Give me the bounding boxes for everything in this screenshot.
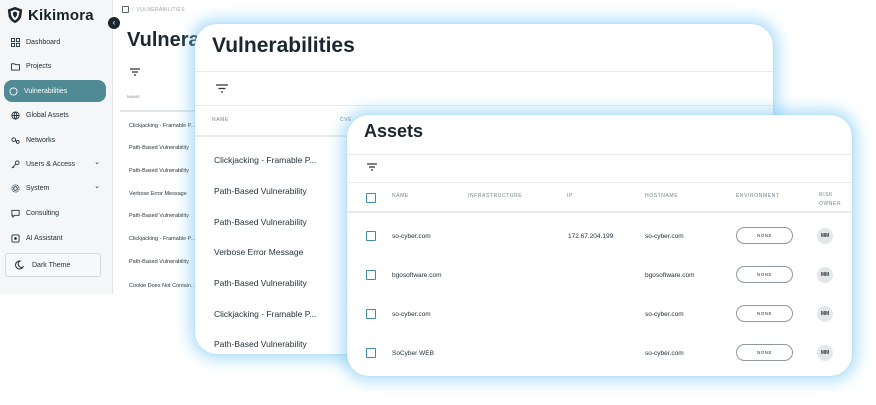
sidebar-item-system[interactable]: System ⌄ (6, 178, 106, 198)
moon-icon (15, 260, 24, 270)
column-header-ip[interactable]: IP (567, 193, 573, 199)
network-icon (11, 136, 20, 144)
asset-ip: 172.67.204.199 (568, 233, 614, 240)
risk-owner-avatar[interactable]: MM (817, 306, 833, 322)
column-header-hostname[interactable]: HOSTNAME (645, 193, 678, 199)
column-header-owner: OWNER (819, 201, 842, 207)
back-content: Vulnerabilities NAME Clickjacking - Fram… (113, 0, 203, 300)
column-header-name[interactable]: NAME (212, 117, 229, 123)
assets-card: Assets NAME INFRASTRUCTURE IP HOSTNAME E… (347, 115, 852, 376)
sidebar-item-label: AI Assistant (26, 234, 63, 242)
theme-button-label: Dark Theme (32, 261, 71, 269)
table-row[interactable]: Cookie Does Not Contain... (129, 283, 196, 289)
brand-name: Kikimora (28, 6, 94, 24)
table-row[interactable]: Verbose Error Message (214, 247, 303, 257)
table-row[interactable]: Path-Based Vulnerability (129, 259, 189, 265)
table-row[interactable]: Path-Based Vulnerability (129, 213, 189, 219)
table-row[interactable]: Verbose Error Message (129, 191, 187, 197)
card-title: Vulnerabilities (212, 34, 355, 57)
dark-theme-button[interactable]: Dark Theme (5, 253, 101, 277)
chevron-down-icon[interactable]: ⌄ (94, 182, 100, 190)
ai-icon (11, 233, 20, 243)
sidebar-item-ai-assistant[interactable]: AI Assistant (6, 228, 106, 248)
column-header-name[interactable]: NAME (127, 94, 140, 99)
column-header-risk-owner[interactable]: RISK OWNER (819, 192, 841, 207)
column-header-environment[interactable]: ENVIRONMENT (736, 193, 780, 199)
sidebar-item-label: Projects (26, 62, 52, 70)
sidebar: Kikimora Dashboard Projects Vulnerabilit… (0, 0, 113, 294)
circle-icon (9, 86, 18, 96)
shield-logo-icon (7, 6, 23, 24)
filter-icon[interactable] (130, 68, 140, 76)
chat-icon (11, 209, 20, 218)
row-checkbox[interactable] (366, 231, 376, 241)
card-divider (195, 71, 773, 72)
sidebar-item-projects[interactable]: Projects (6, 56, 106, 76)
globe-icon (11, 110, 20, 120)
table-row[interactable]: Clickjacking - Framable P... (129, 123, 195, 129)
asset-hostname: bgosoftware.com (645, 272, 695, 279)
sidebar-item-label: Consulting (26, 209, 60, 217)
table-row[interactable]: Path-Based Vulnerability (214, 186, 307, 196)
card-divider (347, 154, 852, 155)
risk-owner-avatar[interactable]: MM (817, 345, 833, 361)
table-row[interactable]: Clickjacking - Framable P... (129, 236, 195, 242)
chevron-down-icon[interactable]: ⌄ (94, 158, 100, 166)
card-divider (347, 182, 852, 183)
gear-icon (11, 183, 20, 193)
table-row[interactable]: Path-Based Vulnerability (214, 217, 307, 227)
column-header-infrastructure[interactable]: INFRASTRUCTURE (468, 193, 522, 199)
table-divider (347, 211, 852, 213)
sidebar-item-vulnerabilities[interactable]: Vulnerabilities (4, 80, 106, 102)
dashboard-icon (11, 37, 20, 47)
sidebar-item-consulting[interactable]: Consulting (6, 203, 106, 223)
sidebar-item-label: Users & Access (26, 160, 76, 168)
table-row[interactable]: Path-Based Vulnerability (129, 168, 189, 174)
asset-hostname: so-cyber.com (645, 350, 684, 357)
environment-badge[interactable]: NONE (736, 305, 793, 322)
row-checkbox[interactable] (366, 270, 376, 280)
asset-hostname: so-cyber.com (645, 311, 684, 318)
select-all-checkbox[interactable] (366, 193, 376, 203)
filter-icon[interactable] (367, 163, 377, 171)
sidebar-item-label: Dashboard (26, 38, 61, 46)
table-row[interactable]: Path-Based Vulnerability (214, 278, 307, 288)
sidebar-item-global-assets[interactable]: Global Assets (6, 105, 106, 125)
key-icon (11, 159, 20, 168)
asset-name[interactable]: so-cyber.com (392, 233, 431, 240)
environment-badge[interactable]: NONE (736, 227, 793, 244)
asset-name[interactable]: bgosoftware.com (392, 272, 442, 279)
card-divider (195, 105, 773, 106)
sidebar-item-label: Networks (26, 136, 56, 144)
sidebar-item-label: System (26, 184, 50, 192)
environment-badge[interactable]: NONE (736, 344, 793, 361)
column-header-cve[interactable]: CVE (340, 117, 352, 123)
table-row[interactable]: Clickjacking - Framable P... (214, 155, 316, 165)
row-checkbox[interactable] (366, 309, 376, 319)
column-header-risk: RISK (819, 192, 834, 198)
brand-logo[interactable]: Kikimora (6, 5, 94, 25)
filter-icon[interactable] (216, 84, 228, 93)
sidebar-item-networks[interactable]: Networks (6, 130, 106, 150)
asset-hostname: so-cyber.com (645, 233, 684, 240)
table-row[interactable]: Clickjacking - Framable P... (214, 309, 316, 319)
folder-icon (11, 62, 20, 71)
risk-owner-avatar[interactable]: MM (817, 267, 833, 283)
page-title: Vulnerabilities (127, 29, 203, 51)
asset-name[interactable]: SoCyber WEB (392, 350, 434, 357)
sidebar-item-label: Global Assets (26, 111, 69, 119)
sidebar-item-dashboard[interactable]: Dashboard (6, 32, 106, 52)
sidebar-item-users-access[interactable]: Users & Access ⌄ (6, 154, 106, 174)
environment-badge[interactable]: NONE (736, 266, 793, 283)
card-title: Assets (364, 121, 424, 141)
row-checkbox[interactable] (366, 348, 376, 358)
risk-owner-avatar[interactable]: MM (817, 228, 833, 244)
table-divider (120, 110, 200, 112)
asset-name[interactable]: so-cyber.com (392, 311, 431, 318)
sidebar-item-label: Vulnerabilities (24, 87, 68, 95)
table-row[interactable]: Path-Based Vulnerability (129, 145, 189, 151)
table-row[interactable]: Path-Based Vulnerability (214, 339, 307, 349)
column-header-name[interactable]: NAME (392, 193, 409, 199)
